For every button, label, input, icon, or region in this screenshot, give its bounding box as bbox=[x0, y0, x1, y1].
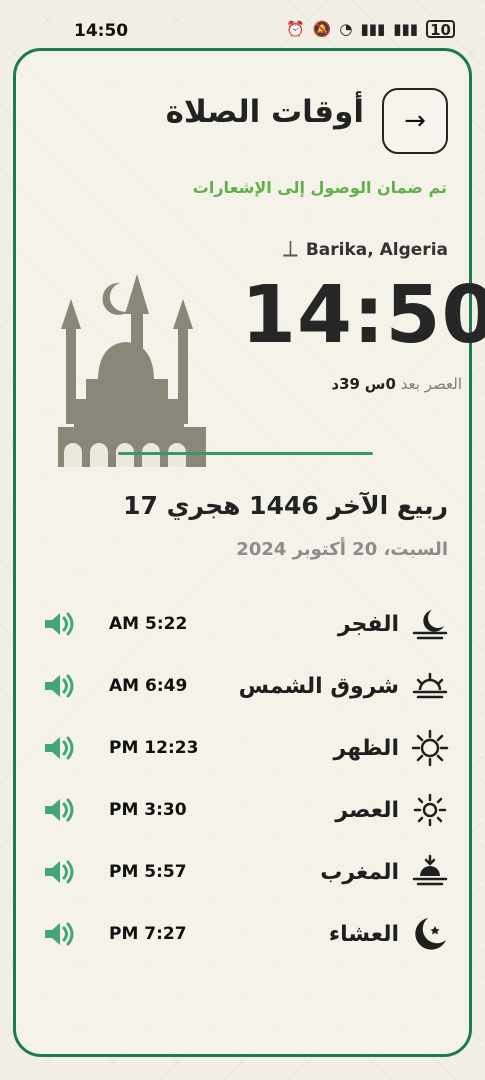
prayer-name: الفجر bbox=[337, 611, 399, 637]
section-divider bbox=[118, 452, 373, 455]
current-time: 14:50 bbox=[241, 269, 485, 361]
speaker-icon[interactable] bbox=[41, 608, 81, 640]
prayer-row-isha[interactable]: PM 7:27 العشاء bbox=[41, 903, 451, 965]
speaker-icon[interactable] bbox=[41, 856, 81, 888]
status-icons: ⏰ 🔕 ◔ ▮▮▮ ▮▮▮ 10 bbox=[286, 20, 455, 38]
speaker-icon[interactable] bbox=[41, 732, 81, 764]
countdown-minutes: 39 bbox=[339, 375, 360, 393]
prayer-row-fajr[interactable]: AM 5:22 الفجر bbox=[41, 593, 451, 655]
countdown-seconds-unit: س bbox=[364, 375, 386, 393]
alarm-icon: ⏰ bbox=[286, 20, 305, 38]
gregorian-date: السبت، 20 أكتوبر 2024 bbox=[236, 539, 448, 560]
prayer-row-maghrib[interactable]: PM 5:57 المغرب bbox=[41, 841, 451, 903]
back-button[interactable]: → bbox=[382, 88, 448, 154]
prayer-time: AM 5:22 bbox=[109, 614, 188, 634]
speaker-icon[interactable] bbox=[41, 918, 81, 950]
notification-status: تم ضمان الوصول إلى الإشعارات bbox=[192, 178, 447, 197]
prayer-list: AM 5:22 الفجر AM 6:49 شروق الشمس PM 12:2… bbox=[41, 593, 451, 965]
prayer-name: العشاء bbox=[328, 921, 399, 947]
sunset-icon bbox=[409, 851, 451, 893]
speaker-icon[interactable] bbox=[41, 670, 81, 702]
next-prayer-countdown: العصر بعد 0س 39د bbox=[216, 375, 462, 393]
battery-icon: 10 bbox=[426, 20, 455, 38]
location-row[interactable]: ⟂ Barika, Algeria bbox=[234, 237, 448, 262]
prayer-row-dhuhr[interactable]: PM 12:23 الظهر bbox=[41, 717, 451, 779]
prayer-name: شروق الشمس bbox=[238, 673, 399, 699]
prayer-row-asr[interactable]: PM 3:30 العصر bbox=[41, 779, 451, 841]
sun-small-icon bbox=[409, 789, 451, 831]
prayer-name: المغرب bbox=[320, 859, 399, 885]
prayer-name: الظهر bbox=[333, 735, 399, 761]
location-label: Barika, Algeria bbox=[305, 239, 448, 260]
prayer-time: PM 12:23 bbox=[109, 738, 199, 758]
moon-water-icon bbox=[409, 603, 451, 645]
prayer-time: PM 7:27 bbox=[109, 924, 187, 944]
countdown-label: العصر بعد bbox=[400, 375, 462, 393]
speaker-icon[interactable] bbox=[41, 794, 81, 826]
hijri-date: 17 ربيع الآخر 1446 هجري bbox=[123, 491, 448, 520]
signal-icon: ▮▮▮ bbox=[360, 20, 386, 38]
status-time: 14:50 bbox=[74, 21, 129, 41]
prayer-card: → أوقات الصلاة تم ضمان الوصول إلى الإشعا… bbox=[13, 48, 485, 1057]
page-title: أوقات الصلاة bbox=[165, 94, 364, 130]
prayer-time: PM 5:57 bbox=[109, 862, 187, 882]
countdown-seconds: 0 bbox=[385, 375, 396, 393]
countdown-minutes-unit: د bbox=[331, 375, 340, 393]
prayer-time: AM 6:49 bbox=[109, 676, 188, 696]
send-icon: ⟂ bbox=[283, 237, 298, 262]
wifi-icon: ◔ bbox=[339, 20, 353, 38]
prayer-time: PM 3:30 bbox=[109, 800, 187, 820]
crescent-star-icon bbox=[409, 913, 451, 955]
mosque-icon bbox=[58, 274, 206, 467]
sun-icon bbox=[409, 727, 451, 769]
sunrise-icon bbox=[409, 665, 451, 707]
signal-icon-2: ▮▮▮ bbox=[393, 20, 418, 38]
prayer-row-sunrise[interactable]: AM 6:49 شروق الشمس bbox=[41, 655, 451, 717]
prayer-name: العصر bbox=[335, 797, 399, 823]
mute-icon: 🔕 bbox=[312, 20, 332, 38]
arrow-right-icon: → bbox=[404, 106, 426, 136]
